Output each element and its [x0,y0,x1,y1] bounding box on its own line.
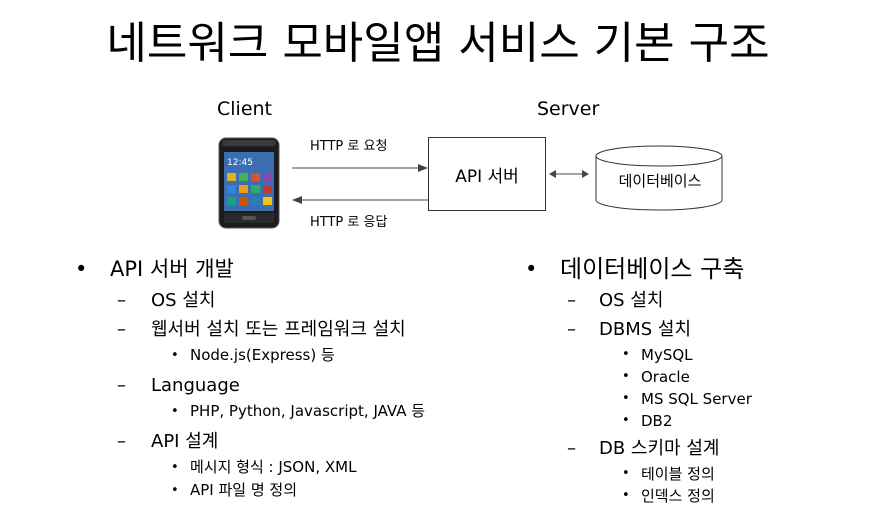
database-label: 데이터베이스 [618,172,702,190]
server-label: Server [537,98,600,120]
list-subitem: MS SQL Server [525,388,752,410]
list-item: – API 설계 [117,431,219,452]
response-arrow [292,196,428,204]
client-label: Client [217,98,273,120]
request-label: HTTP 로 요청 [310,139,388,154]
list-subitem: 테이블 정의 [525,463,752,485]
list-subitem: Node.js(Express) 등 [75,344,425,367]
page-title: 네트워크 모바일앱 서비스 기본 구조 [106,18,770,69]
api-server-box: API 서버 [428,137,546,211]
response-label: HTTP 로 응답 [310,215,388,230]
list-subitem: PHP, Python, Javascript, JAVA 등 [75,400,425,423]
list-subitem: API 파일 명 정의 [75,479,425,502]
api-server-list: API 서버 개발 –OS 설치 –웹서버 설치 또는 프레임워크 설치 Nod… [75,252,425,502]
list-subitem: DB2 [525,410,752,432]
list-item: – 웹서버 설치 또는 프레임워크 설치 [117,319,406,340]
svg-text:12:45: 12:45 [227,158,253,168]
list-item: – OS 설치 [567,290,664,311]
list-item: – DB 스키마 설계 [567,438,720,459]
list-subitem: 메시지 형식 : JSON, XML [75,456,425,479]
list-item: – DBMS 설치 [567,319,692,340]
list-subitem: 인덱스 정의 [525,485,752,507]
list-subitem: Oracle [525,366,752,388]
list-heading: API 서버 개발 [75,252,425,286]
api-server-label: API 서버 [455,166,519,187]
smartphone-icon: 12:45 [218,137,280,229]
list-heading: 데이터베이스 구축 [525,252,752,286]
list-item: – OS 설치 [117,290,216,311]
database-list: 데이터베이스 구축 –OS 설치 –DBMS 설치 MySQL Oracle M… [525,252,752,507]
list-item: – Language [117,375,240,396]
request-arrow [292,164,428,172]
bidirectional-arrow [549,170,589,178]
list-subitem: MySQL [525,344,752,366]
